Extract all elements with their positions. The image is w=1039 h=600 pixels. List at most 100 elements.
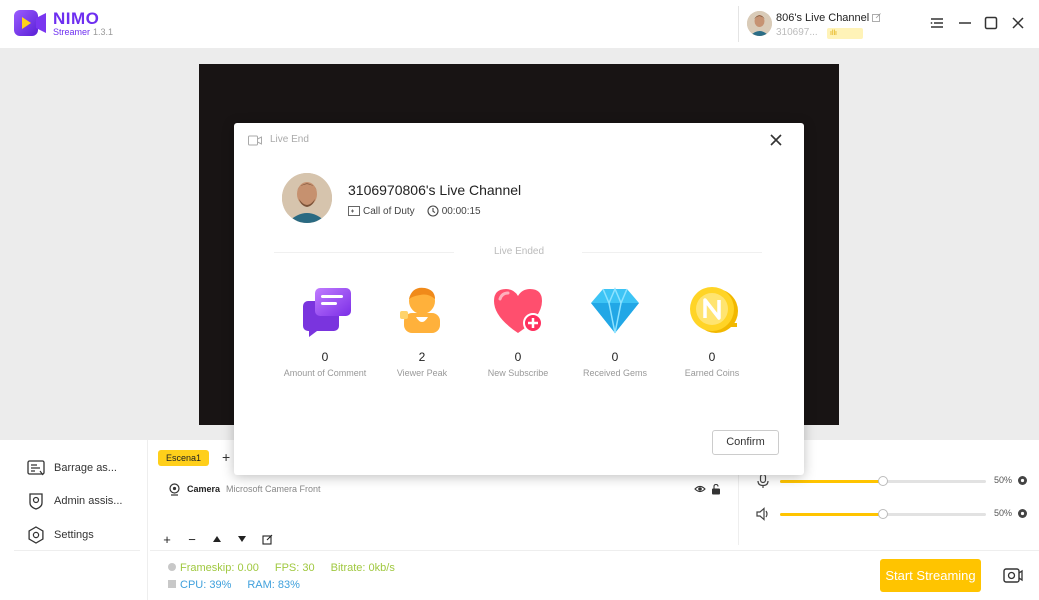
coin-icon (690, 287, 738, 333)
gem-icon (591, 287, 639, 334)
close-window-icon[interactable] (1010, 15, 1026, 31)
sidebar-item-barrage[interactable]: Barrage as... (26, 457, 117, 479)
microphone-icon[interactable] (755, 473, 771, 489)
stat-label: Earned Coins (684, 368, 740, 378)
avatar[interactable] (747, 11, 772, 36)
speaker-volume-fill (780, 513, 883, 516)
level-badge: ıllı (827, 28, 863, 39)
game-icon (348, 206, 360, 216)
gear-icon (28, 526, 44, 544)
speaker-volume-row: 50% (755, 506, 1035, 522)
cpu-icon (168, 580, 176, 588)
mic-settings-icon[interactable] (1017, 475, 1028, 486)
stat-value: 0 (321, 350, 329, 364)
stat-value: 0 (708, 350, 716, 364)
mic-volume-percent: 50% (994, 475, 1013, 485)
sidebar-divider (14, 550, 140, 551)
stat-new-subscribe: 0 New Subscribe (468, 283, 568, 378)
record-camera-icon[interactable] (1003, 566, 1023, 584)
sidebar-item-admin[interactable]: Admin assis... (26, 490, 122, 512)
stat-received-gems: 0 Received Gems (565, 283, 665, 378)
comment-icon (303, 288, 351, 337)
nimo-logo-icon (14, 10, 46, 36)
source-item-camera[interactable]: Camera Microsoft Camera Front (168, 480, 728, 498)
maximize-icon[interactable] (983, 15, 999, 31)
move-down-icon[interactable] (235, 532, 249, 546)
brand-subtitle: Streamer 1.3.1 (53, 27, 114, 37)
start-streaming-button[interactable]: Start Streaming (880, 559, 981, 592)
user-profile[interactable]: 806's Live Channel 310697... ıllı (738, 6, 888, 42)
speaker-volume-handle[interactable] (878, 509, 888, 519)
stat-label: New Subscribe (487, 368, 549, 378)
add-source-icon[interactable]: + (160, 532, 174, 547)
mic-volume-slider[interactable] (780, 476, 986, 486)
mic-volume-row: 50% (755, 473, 1035, 489)
dialog-title: Live End (270, 134, 309, 145)
frameskip-stat: Frameskip: 0.00 (167, 562, 259, 574)
app-version: 1.3.1 (93, 27, 114, 37)
frameskip-icon (168, 563, 176, 571)
brand-name: NIMO (53, 9, 100, 28)
fps-stat: FPS: 30 (274, 562, 315, 574)
stream-stats-row-2: CPU: 39% RAM: 83% (167, 579, 300, 591)
stream-stats-row-1: Frameskip: 0.00 FPS: 30 Bitrate: 0kb/s (167, 562, 395, 574)
sidebar-item-label: Barrage as... (54, 462, 117, 474)
stat-earned-coins: 0 Earned Coins (662, 283, 762, 378)
ram-stat: RAM: 83% (247, 579, 300, 591)
speaker-volume-slider[interactable] (780, 509, 986, 519)
mic-volume-handle[interactable] (878, 476, 888, 486)
barrage-icon (27, 460, 45, 476)
sidebar-item-settings[interactable]: Settings (26, 524, 94, 546)
speaker-settings-icon[interactable] (1017, 508, 1028, 519)
source-description: Microsoft Camera Front (226, 484, 321, 494)
stats-divider (150, 550, 1039, 551)
camera-icon (169, 482, 180, 496)
add-scene-button[interactable]: + (222, 449, 230, 465)
channel-avatar (282, 173, 332, 223)
stat-value: 0 (514, 350, 522, 364)
scene-tab[interactable]: Escena1 (158, 450, 210, 466)
stat-label: Amount of Comment (283, 368, 367, 378)
source-name: Camera (187, 484, 221, 494)
viewer-icon (400, 287, 440, 333)
stat-label: Viewer Peak (396, 368, 448, 378)
stat-viewer-peak: 2 Viewer Peak (372, 283, 472, 378)
close-icon[interactable] (769, 133, 783, 147)
eye-icon[interactable] (694, 483, 706, 495)
minimize-icon[interactable] (957, 15, 973, 31)
sidebar: Barrage as... Admin assis... Settings (0, 440, 148, 600)
video-icon (248, 135, 262, 146)
move-up-icon[interactable] (210, 532, 224, 546)
sidebar-item-label: Admin assis... (54, 495, 123, 507)
heart-plus-icon (494, 289, 543, 333)
edit-source-icon[interactable] (260, 532, 274, 546)
clock-icon (427, 205, 439, 217)
stream-duration: 00:00:15 (441, 205, 481, 217)
source-toolbar: + − (160, 532, 274, 547)
game-name: Call of Duty (363, 205, 415, 217)
audio-mixer: 50% 50% (738, 470, 1039, 545)
title-bar: NIMO Streamer 1.3.1 806's Live Channel 31… (0, 0, 1039, 48)
sidebar-item-label: Settings (54, 529, 94, 541)
stat-comments: 0 Amount of Comment (275, 283, 375, 378)
stat-value: 2 (418, 350, 426, 364)
remove-source-icon[interactable]: − (185, 532, 199, 547)
cpu-stat: CPU: 39% (167, 579, 231, 591)
edit-icon[interactable] (872, 13, 882, 22)
user-channel-name: 806's Live Channel (776, 12, 882, 24)
divider-right (582, 252, 762, 253)
bitrate-stat: Bitrate: 0kb/s (330, 562, 395, 574)
stream-meta: Call of Duty 00:00:15 (348, 205, 481, 217)
confirm-button[interactable]: Confirm (712, 430, 779, 455)
stat-label: Received Gems (582, 368, 648, 378)
lock-icon[interactable] (710, 483, 722, 495)
mic-volume-fill (780, 480, 883, 483)
speaker-volume-percent: 50% (994, 508, 1013, 518)
user-id: 310697... (776, 27, 818, 38)
stat-value: 0 (611, 350, 619, 364)
speaker-icon[interactable] (755, 506, 771, 522)
live-end-dialog: Live End 3106970806's Live Channel Call … (234, 123, 804, 475)
channel-name: 3106970806's Live Channel (348, 182, 522, 198)
shield-icon (29, 493, 43, 510)
menu-icon[interactable] (929, 15, 945, 31)
